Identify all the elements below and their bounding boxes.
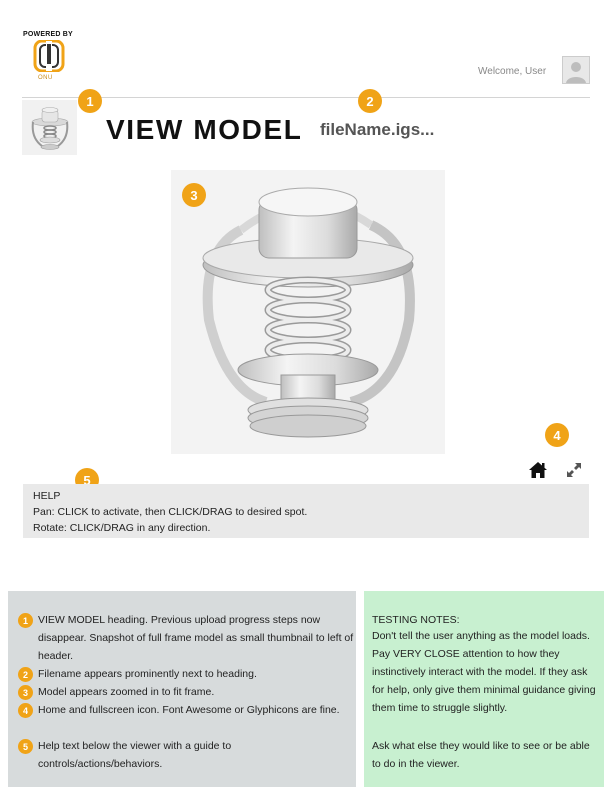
model-viewer[interactable] bbox=[171, 170, 445, 454]
annotation-badge-4: 4 bbox=[545, 423, 569, 447]
annotation-text-4: Home and fullscreen icon. Font Awesome o… bbox=[38, 704, 340, 716]
fullscreen-icon[interactable] bbox=[566, 462, 582, 478]
help-heading: HELP bbox=[33, 490, 61, 502]
model-render[interactable] bbox=[171, 170, 445, 454]
model-thumbnail[interactable] bbox=[22, 100, 77, 155]
note-badge-3: 3 bbox=[18, 685, 33, 700]
help-panel: HELP Pan: CLICK to activate, then CLICK/… bbox=[23, 484, 589, 538]
annotation-text-2: Filename appears prominently next to hea… bbox=[38, 668, 257, 680]
annotation-badge-3: 3 bbox=[182, 183, 206, 207]
home-icon[interactable] bbox=[528, 461, 548, 479]
note-badge-4: 4 bbox=[18, 703, 33, 718]
annotation-text-1: VIEW MODEL heading. Previous upload prog… bbox=[38, 614, 354, 662]
testing-notes-panel: TESTING NOTES: Don't tell the user anyth… bbox=[364, 591, 604, 787]
page-title: VIEW MODEL bbox=[106, 114, 303, 145]
logo-text: ONU bbox=[38, 75, 53, 81]
powered-by-label: POWERED BY bbox=[23, 31, 73, 38]
note-badge-5: 5 bbox=[18, 739, 33, 754]
header-divider bbox=[22, 97, 590, 98]
note-badge-2: 2 bbox=[18, 667, 33, 682]
annotation-notes-panel: 1 VIEW MODEL heading. Previous upload pr… bbox=[8, 591, 356, 787]
testing-notes-paragraph-1: Don't tell the user anything as the mode… bbox=[372, 630, 596, 714]
note-badge-1: 1 bbox=[18, 613, 33, 628]
annotation-badge-2: 2 bbox=[358, 89, 382, 113]
help-line-pan: Pan: CLICK to activate, then CLICK/DRAG … bbox=[33, 506, 308, 518]
help-line-rotate: Rotate: CLICK/DRAG in any direction. bbox=[33, 522, 211, 534]
filename-label: fileName.igs... bbox=[320, 120, 435, 139]
annotation-text-5: Help text below the viewer with a guide … bbox=[38, 740, 232, 770]
testing-notes-paragraph-2: Ask what else they would like to see or … bbox=[372, 740, 590, 770]
onu-logo-icon bbox=[33, 40, 65, 72]
annotation-text-3: Model appears zoomed in to fit frame. bbox=[38, 686, 215, 698]
user-avatar-icon[interactable] bbox=[562, 56, 590, 84]
annotation-badge-1: 1 bbox=[78, 89, 102, 113]
welcome-text: Welcome, User bbox=[478, 66, 547, 77]
